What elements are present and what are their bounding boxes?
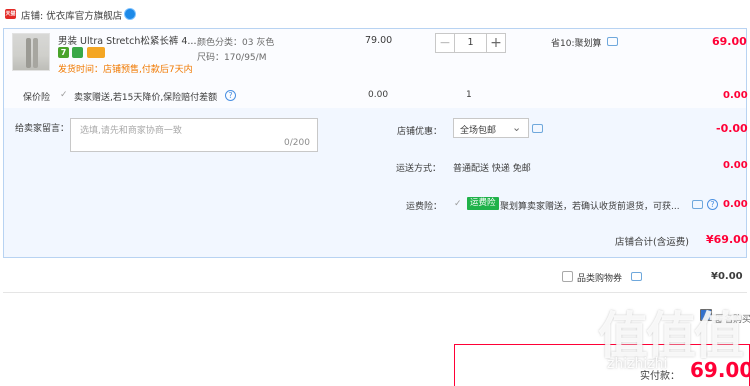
chevron-down-icon[interactable]: ⌄: [512, 121, 521, 134]
ship-time-note: 发货时间：店铺预售,付款后7天内: [58, 65, 193, 75]
message-icon[interactable]: [631, 272, 642, 281]
shop-coupon-value[interactable]: 全场包邮: [460, 123, 496, 136]
insurance-total: 0.00: [723, 90, 748, 101]
sku-size: 尺码：170/95/M: [197, 53, 267, 63]
freight-insurance-amount: 0.00: [723, 199, 748, 210]
credit-card-icon: [87, 47, 105, 58]
help-icon[interactable]: ?: [225, 90, 236, 101]
freight-insurance-tag: 运费险: [467, 197, 499, 210]
insurance-desc: 卖家赠送,若15天降价,保险赔付差额: [74, 93, 218, 103]
watermark-url: zhizhizhi: [607, 356, 668, 372]
shop-coupon-amount: -0.00: [716, 122, 748, 135]
quantity-decrease-button[interactable]: −: [435, 33, 455, 53]
shipping-method: 普通配送 快递 免邮: [453, 164, 531, 174]
category-coupon-amount: ¥0.00: [711, 271, 743, 282]
insurance-checkbox[interactable]: ✓: [60, 90, 70, 100]
unit-price: 79.00: [365, 35, 393, 46]
shipping-label: 运送方式：: [396, 164, 442, 174]
category-coupon-checkbox[interactable]: [562, 271, 573, 282]
insurance-price: 0.00: [368, 90, 389, 100]
message-icon[interactable]: [607, 37, 618, 46]
quantity-input[interactable]: 1: [455, 33, 486, 53]
freight-insurance-desc: 聚划算卖家赠送，若确认收货前退货，可获...: [500, 202, 680, 212]
chat-icon[interactable]: [124, 8, 136, 20]
freight-insurance-label: 运费险：: [406, 202, 443, 212]
insurance-label: 保价险: [23, 93, 51, 103]
shop-total-label: 店铺合计(含运费): [615, 237, 689, 248]
shop-coupon-label: 店铺优惠：: [397, 127, 443, 137]
shop-name-link[interactable]: 店铺: 优衣库官方旗舰店: [21, 8, 122, 22]
tmall-icon: 天猫: [5, 9, 16, 19]
product-title-link[interactable]: 男装 Ultra Stretch松紧长裤 4...: [58, 33, 196, 47]
promo-label: 省10:聚划算: [551, 39, 602, 49]
message-char-count: 0/200: [284, 138, 310, 148]
quantity-increase-button[interactable]: +: [486, 33, 506, 53]
shipping-amount: 0.00: [723, 160, 748, 171]
insurance-qty: 1: [466, 90, 472, 100]
category-coupon-label: 品类购物券: [577, 274, 623, 284]
item-total: 69.00: [712, 35, 747, 48]
seven-day-return-icon: 7: [58, 47, 69, 58]
freight-insurance-checkbox[interactable]: ✓: [454, 199, 462, 209]
message-label: 给卖家留言：: [15, 124, 70, 134]
help-icon[interactable]: ?: [707, 199, 718, 210]
sku-color: 颜色分类：03 灰色: [197, 38, 275, 48]
product-thumbnail[interactable]: [12, 33, 50, 71]
message-placeholder: 选填,请先和商家协商一致: [80, 126, 182, 136]
guarantee-icon: [72, 47, 83, 58]
message-icon[interactable]: [532, 124, 543, 133]
message-icon[interactable]: [692, 200, 703, 209]
shop-total-amount: ¥69.00: [706, 233, 749, 246]
